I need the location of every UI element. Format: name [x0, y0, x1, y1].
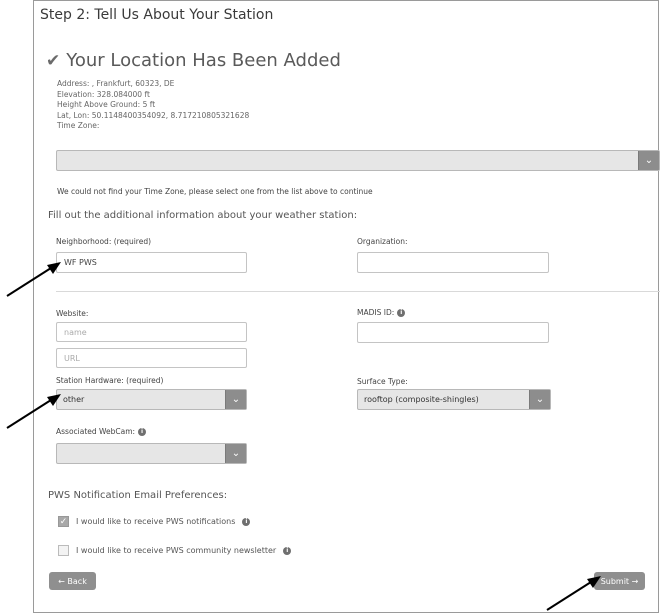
time-zone-label: Time Zone: — [57, 121, 100, 131]
station-hardware-label: Station Hardware: (required) — [56, 376, 164, 385]
website-url-placeholder: URL — [64, 353, 80, 363]
location-added-header: ✔ Your Location Has Been Added — [46, 50, 341, 71]
elevation-text: Elevation: 328.084000 ft — [57, 89, 150, 99]
organization-label: Organization: — [357, 237, 408, 246]
station-hardware-select[interactable]: other ⌄ — [56, 389, 247, 410]
madis-id-label-row: MADIS ID: i — [357, 308, 406, 317]
madis-id-input[interactable] — [357, 322, 549, 343]
location-details: Address: , Frankfurt, 60323, DE Elevatio… — [57, 79, 249, 132]
surface-type-select[interactable]: rooftop (composite-shingles) ⌄ — [357, 389, 551, 410]
check-icon: ✔ — [46, 50, 61, 71]
pws-notifications-checkbox[interactable]: ✓ — [58, 516, 69, 527]
pws-notifications-label: I would like to receive PWS notification… — [76, 517, 236, 526]
website-name-input[interactable]: name — [56, 322, 247, 342]
madis-id-label: MADIS ID: — [357, 308, 395, 317]
webcam-label-row: Associated WebCam: i — [56, 427, 147, 436]
website-url-input[interactable]: URL — [56, 348, 247, 368]
chevron-down-icon[interactable]: ⌄ — [225, 390, 246, 409]
neighborhood-value: WF PWS — [64, 258, 97, 267]
notification-option-1[interactable]: ✓ I would like to receive PWS notificati… — [58, 516, 251, 527]
back-button[interactable]: ← Back — [49, 572, 96, 590]
section-divider — [56, 291, 660, 292]
website-label: Website: — [56, 309, 89, 318]
lat-lon-text: Lat, Lon: 50.1148400354092, 8.7172108053… — [57, 110, 250, 120]
chevron-down-icon[interactable]: ⌄ — [225, 444, 246, 463]
notifications-title: PWS Notification Email Preferences: — [48, 490, 228, 501]
time-zone-select[interactable]: ⌄ — [56, 150, 660, 171]
neighborhood-label: Neighborhood: (required) — [56, 237, 152, 246]
station-hardware-value: other — [63, 395, 85, 404]
pws-newsletter-label: I would like to receive PWS community ne… — [76, 546, 277, 555]
station-form-panel: Step 2: Tell Us About Your Station ✔ You… — [33, 0, 660, 613]
arrow-annotation-icon — [6, 262, 61, 297]
info-icon[interactable]: i — [138, 428, 147, 436]
info-icon[interactable]: i — [397, 309, 406, 317]
height-above-ground-text: Height Above Ground: 5 ft — [57, 100, 156, 110]
surface-type-value: rooftop (composite-shingles) — [364, 395, 479, 404]
arrow-annotation-icon — [546, 576, 601, 611]
neighborhood-input[interactable]: WF PWS — [56, 252, 247, 273]
surface-type-label: Surface Type: — [357, 377, 408, 386]
chevron-down-icon[interactable]: ⌄ — [638, 151, 659, 170]
step-title: Step 2: Tell Us About Your Station — [40, 7, 274, 23]
form-intro: Fill out the additional information abou… — [48, 210, 358, 221]
webcam-select[interactable]: ⌄ — [56, 443, 247, 464]
info-icon[interactable]: i — [242, 517, 251, 526]
arrow-annotation-icon — [6, 394, 61, 429]
organization-input[interactable] — [357, 252, 549, 273]
webcam-label: Associated WebCam: — [56, 427, 136, 436]
website-name-placeholder: name — [64, 327, 87, 337]
pws-newsletter-checkbox[interactable] — [58, 545, 69, 556]
address-text: Address: , Frankfurt, 60323, DE — [57, 79, 175, 88]
chevron-down-icon[interactable]: ⌄ — [529, 390, 550, 409]
location-added-title: Your Location Has Been Added — [66, 50, 341, 71]
info-icon[interactable]: i — [283, 546, 292, 555]
notification-option-2[interactable]: I would like to receive PWS community ne… — [58, 545, 292, 556]
time-zone-error: We could not find your Time Zone, please… — [57, 187, 373, 196]
